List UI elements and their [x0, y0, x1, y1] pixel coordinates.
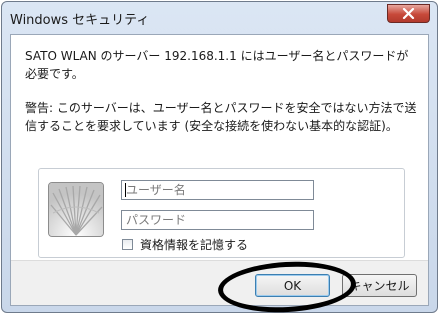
title-bar[interactable]: Windows セキュリティ: [2, 2, 437, 32]
username-field[interactable]: [121, 180, 314, 200]
credential-panel: 資格情報を記憶する: [38, 168, 405, 258]
dialog-content: SATO WLAN のサーバー 192.168.1.1 にはユーザー名とパスワー…: [10, 34, 429, 306]
text-caret: [125, 183, 126, 197]
close-button[interactable]: [387, 4, 430, 23]
window-title: Windows セキュリティ: [10, 13, 150, 28]
remember-checkbox[interactable]: [122, 238, 133, 250]
remember-credentials-row[interactable]: 資格情報を記憶する: [122, 237, 249, 252]
password-field[interactable]: [121, 210, 314, 230]
security-warning: 警告: このサーバーは、ユーザー名とパスワードを安全ではない方法で送信することを…: [25, 101, 417, 133]
remember-label: 資格情報を記憶する: [140, 237, 249, 252]
security-dialog: Windows セキュリティ SATO WLAN のサーバー 192.168.1…: [1, 1, 438, 313]
server-message: SATO WLAN のサーバー 192.168.1.1 にはユーザー名とパスワー…: [25, 49, 409, 81]
close-icon: [402, 8, 415, 19]
user-tile-icon: [48, 182, 104, 237]
